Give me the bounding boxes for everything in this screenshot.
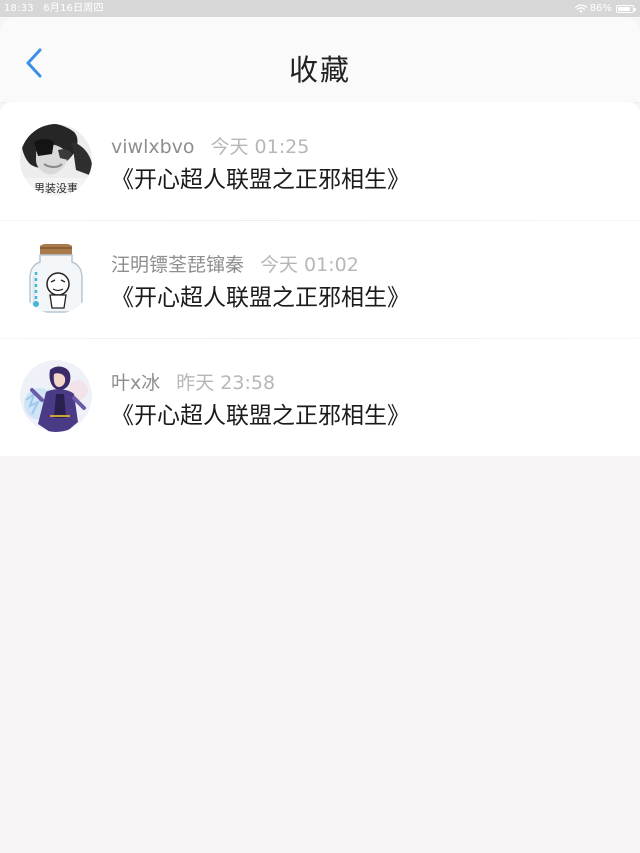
avatar [20,242,92,314]
avatar-caption: 男装没事 [34,182,78,195]
item-username: viwlxbvo [111,136,195,158]
item-username: 汪明镖荃琵镩秦 [111,254,245,276]
status-right: 86% [574,0,636,17]
item-meta: 叶x冰 昨天 23:58 [111,368,275,395]
nav-bar: 收藏 [0,17,640,102]
anime-character-avatar-icon [20,360,92,432]
page-title: 收藏 [288,53,351,87]
status-left: 18:33 6月16日周四 [4,0,104,17]
item-title: 《开心超人联盟之正邪相生》 [111,285,410,311]
item-time: 今天 01:25 [210,136,310,158]
bottle-avatar-icon [20,242,92,314]
status-time: 18:33 [4,3,34,14]
status-date: 6月16日周四 [43,3,104,14]
avatar-image-icon: 男装没事 [20,124,92,196]
avatar: 男装没事 [20,124,92,196]
item-time: 今天 01:02 [260,254,359,276]
item-meta: 汪明镖荃琵镩秦 今天 01:02 [111,250,359,277]
wifi-icon [574,3,587,13]
item-meta: viwlxbvo 今天 01:25 [111,132,309,159]
favorite-item[interactable]: 叶x冰 昨天 23:58 《开心超人联盟之正邪相生》 [0,338,640,456]
favorites-list: 男装没事 viwlxbvo 今天 01:25 《开心超人联盟之正邪相生》 汪明镖… [0,102,640,456]
item-title: 《开心超人联盟之正邪相生》 [111,403,410,429]
status-bar: 18:33 6月16日周四 86% [0,0,640,17]
item-title: 《开心超人联盟之正邪相生》 [111,167,410,193]
battery-icon [616,4,636,13]
item-time: 昨天 23:58 [176,372,276,394]
favorite-item[interactable]: 男装没事 viwlxbvo 今天 01:25 《开心超人联盟之正邪相生》 [0,102,640,220]
avatar [20,360,92,432]
favorite-item[interactable]: 汪明镖荃琵镩秦 今天 01:02 《开心超人联盟之正邪相生》 [0,220,640,338]
battery-percent: 86% [589,3,612,14]
item-username: 叶x冰 [111,372,161,394]
battery-level [618,6,630,11]
